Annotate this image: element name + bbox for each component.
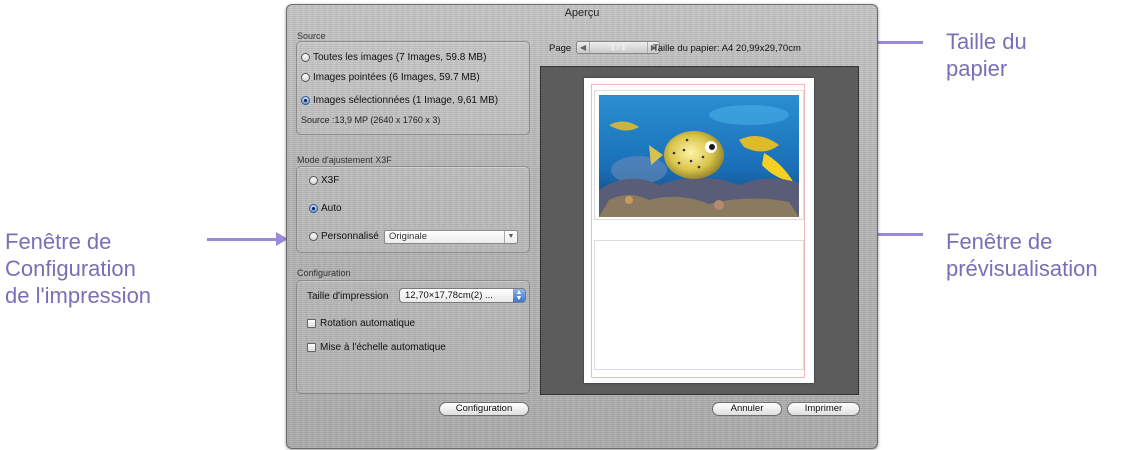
print-size-value: 12,70×17,78cm(2) ... bbox=[405, 290, 493, 301]
custom-mode-select-value: Originale bbox=[389, 231, 428, 242]
annotation-preview: Fenêtre de prévisualisation bbox=[946, 229, 1098, 281]
stepper-arrows-icon[interactable]: ▲ ▼ bbox=[513, 289, 525, 302]
source-option-pointed-label: Images pointées (6 Images, 59.7 MB) bbox=[313, 72, 480, 83]
auto-scale-label: Mise à l'échelle automatique bbox=[320, 342, 446, 353]
x3f-option-x3f-label: X3F bbox=[321, 175, 340, 186]
x3f-option-auto-label: Auto bbox=[321, 203, 342, 214]
radio-selected-icon[interactable] bbox=[309, 204, 318, 213]
print-button[interactable]: Imprimer bbox=[787, 402, 860, 416]
x3f-option-custom[interactable]: Personnalisé bbox=[309, 231, 379, 242]
checkbox-icon[interactable] bbox=[307, 319, 316, 328]
x3f-option-x3f[interactable]: X3F bbox=[309, 175, 339, 186]
cancel-button[interactable]: Annuler bbox=[712, 402, 782, 416]
photo-slot-1 bbox=[594, 90, 804, 220]
radio-icon[interactable] bbox=[301, 53, 310, 62]
page-navigator[interactable]: ◀ 1 / 1 ▶ bbox=[576, 41, 660, 54]
radio-selected-icon[interactable] bbox=[301, 96, 310, 105]
source-option-selected-label: Images sélectionnées (1 Image, 9,61 MB) bbox=[313, 95, 499, 106]
source-option-selected[interactable]: Images sélectionnées (1 Image, 9,61 MB) bbox=[301, 95, 498, 106]
x3f-option-custom-label: Personnalisé bbox=[321, 231, 379, 242]
checkbox-icon[interactable] bbox=[307, 343, 316, 352]
window-title: Aperçu bbox=[564, 7, 600, 19]
source-option-all[interactable]: Toutes les images (7 Images, 59.8 MB) bbox=[301, 52, 486, 63]
configuration-group-label: Configuration bbox=[297, 268, 351, 278]
arrow-print-config bbox=[207, 232, 288, 246]
page-number: 1 / 1 bbox=[610, 43, 626, 52]
page-label: Page bbox=[549, 43, 572, 54]
source-option-pointed[interactable]: Images pointées (6 Images, 59.7 MB) bbox=[301, 72, 480, 83]
configuration-button[interactable]: Configuration bbox=[439, 402, 529, 416]
annotation-paper-size: Taille du papier bbox=[946, 29, 1027, 81]
auto-rotate-label: Rotation automatique bbox=[320, 318, 416, 329]
radio-icon[interactable] bbox=[301, 73, 310, 82]
preview-window: Aperçu Source Toutes les images (7 Image… bbox=[286, 4, 878, 449]
print-preview-area bbox=[540, 66, 859, 395]
custom-mode-select[interactable]: Originale ▼ bbox=[384, 230, 518, 244]
radio-icon[interactable] bbox=[309, 232, 318, 241]
annotation-print-config: Fenêtre de Configuration de l'impression bbox=[5, 229, 152, 308]
photo-slot-2 bbox=[594, 240, 804, 370]
pufferfish-photo bbox=[599, 95, 799, 217]
x3f-option-auto[interactable]: Auto bbox=[309, 203, 342, 214]
prev-page-icon[interactable]: ◀ bbox=[577, 42, 590, 53]
print-size-label: Taille d'impression bbox=[307, 291, 389, 302]
source-option-all-label: Toutes les images (7 Images, 59.8 MB) bbox=[313, 52, 487, 63]
auto-rotate-checkbox[interactable]: Rotation automatique bbox=[307, 318, 415, 329]
source-group-label: Source bbox=[297, 31, 326, 41]
auto-scale-checkbox[interactable]: Mise à l'échelle automatique bbox=[307, 342, 446, 353]
paper-sheet bbox=[584, 78, 814, 383]
print-size-popup[interactable]: 12,70×17,78cm(2) ... ▲ ▼ bbox=[399, 288, 526, 303]
paper-size-info: Taille du papier: A4 20,99x29,70cm bbox=[653, 43, 801, 54]
radio-icon[interactable] bbox=[309, 176, 318, 185]
chevron-down-icon[interactable]: ▼ bbox=[504, 231, 517, 243]
source-info: Source :13,9 MP (2640 x 1760 x 3) bbox=[301, 115, 441, 125]
x3f-mode-group-label: Mode d'ajustement X3F bbox=[297, 155, 392, 165]
